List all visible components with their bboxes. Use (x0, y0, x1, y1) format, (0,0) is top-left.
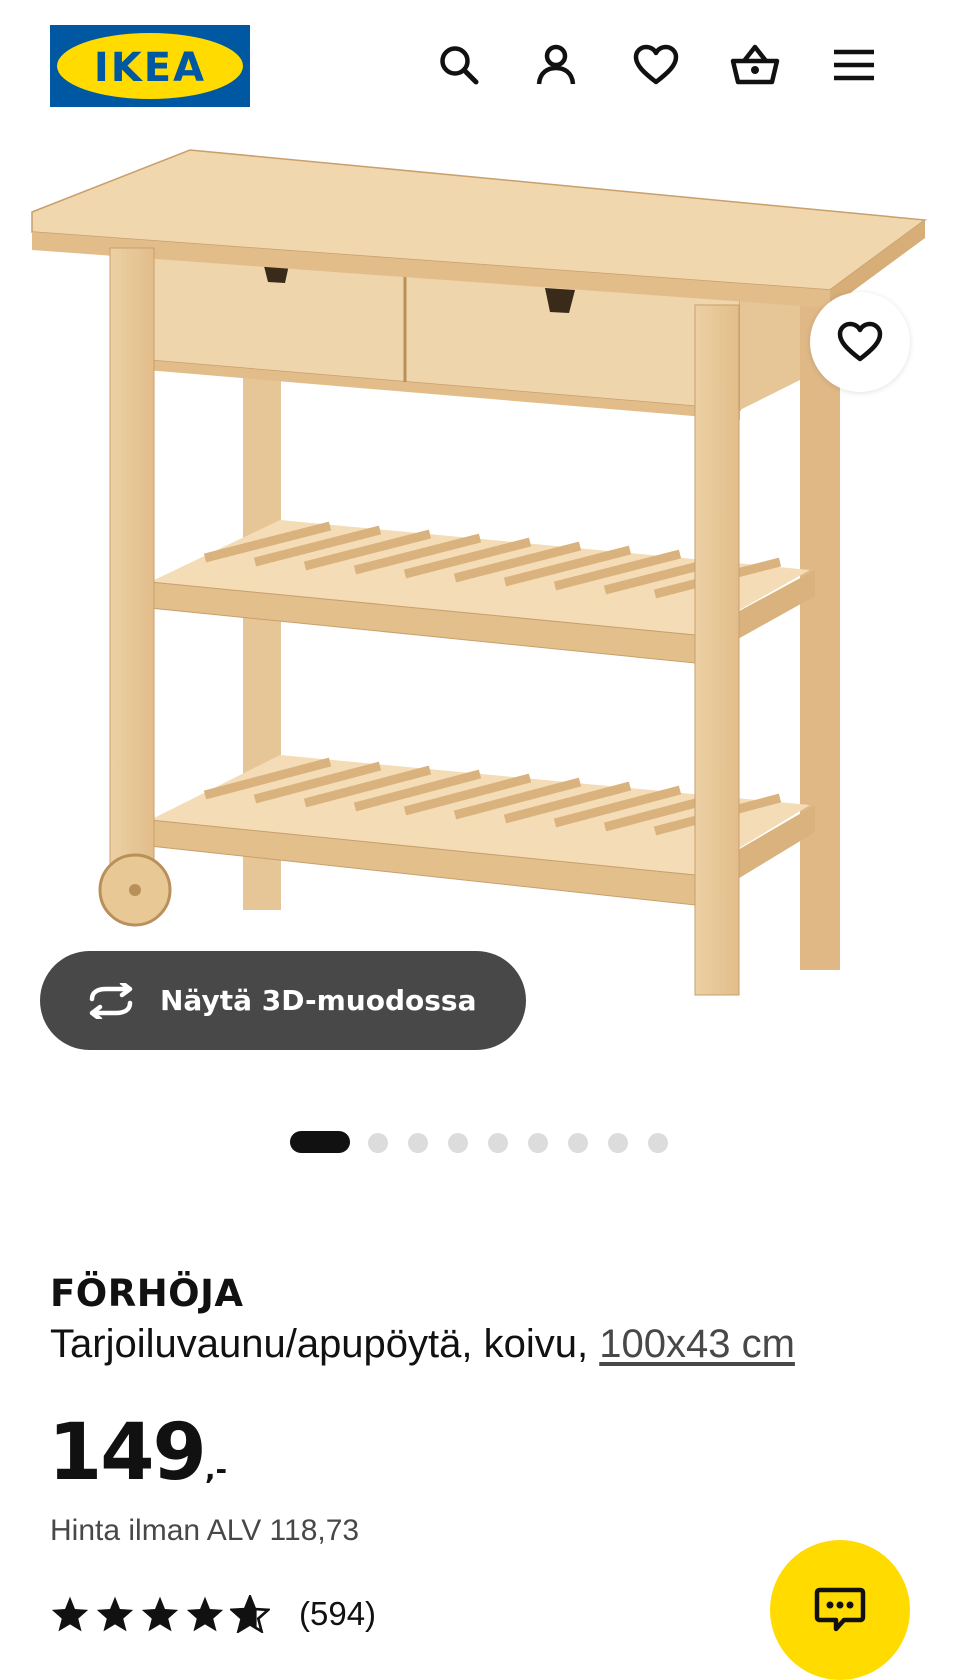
gallery-pagination (0, 1131, 960, 1155)
rotate-3d-icon (84, 981, 138, 1021)
pagination-dot[interactable] (528, 1133, 548, 1153)
product-price: 149 ,- (48, 1408, 227, 1498)
pagination-dot[interactable] (448, 1133, 468, 1153)
ikea-logo[interactable]: IKEA (50, 25, 250, 107)
view-3d-button[interactable]: Näytä 3D-muodossa (40, 951, 526, 1050)
pagination-dot-active[interactable] (290, 1131, 350, 1153)
product-description-text: Tarjoiluvaunu/apupöytä, koivu, (50, 1322, 600, 1366)
product-image (31, 149, 928, 996)
logo-text: IKEA (94, 45, 206, 91)
chat-icon (814, 1587, 866, 1632)
product-name: FÖRHÖJA (50, 1272, 244, 1315)
star-icon (48, 1594, 92, 1634)
product-gallery[interactable] (0, 130, 960, 1080)
pagination-dot[interactable] (368, 1133, 388, 1153)
price-decimals: ,- (204, 1453, 228, 1486)
product-measurement-link[interactable]: 100x43 cm (599, 1322, 795, 1366)
product-rating[interactable]: (594) (48, 1590, 376, 1638)
heart-icon[interactable] (627, 36, 685, 94)
search-icon[interactable] (430, 36, 488, 94)
star-icon (93, 1594, 137, 1634)
pagination-dot[interactable] (648, 1133, 668, 1153)
price-without-vat: Hinta ilman ALV 118,73 (50, 1514, 360, 1547)
chat-button[interactable] (770, 1540, 910, 1680)
pagination-dot[interactable] (608, 1133, 628, 1153)
account-icon[interactable] (527, 36, 585, 94)
heart-icon (837, 321, 883, 362)
price-integer: 149 (48, 1408, 207, 1498)
pagination-dot[interactable] (408, 1133, 428, 1153)
review-count: (594) (299, 1595, 377, 1632)
add-to-favourites-button[interactable] (810, 292, 910, 392)
top-header: IKEA (0, 0, 960, 130)
star-icon (138, 1594, 182, 1634)
star-icon (183, 1594, 227, 1634)
view-3d-label: Näytä 3D-muodossa (160, 984, 477, 1017)
pagination-dot[interactable] (568, 1133, 588, 1153)
star-half-icon (228, 1594, 272, 1634)
product-description: Tarjoiluvaunu/apupöytä, koivu, 100x43 cm (50, 1322, 795, 1367)
rating-stars (48, 1594, 273, 1634)
basket-icon[interactable] (726, 36, 784, 94)
menu-icon[interactable] (825, 36, 883, 94)
pagination-dot[interactable] (488, 1133, 508, 1153)
